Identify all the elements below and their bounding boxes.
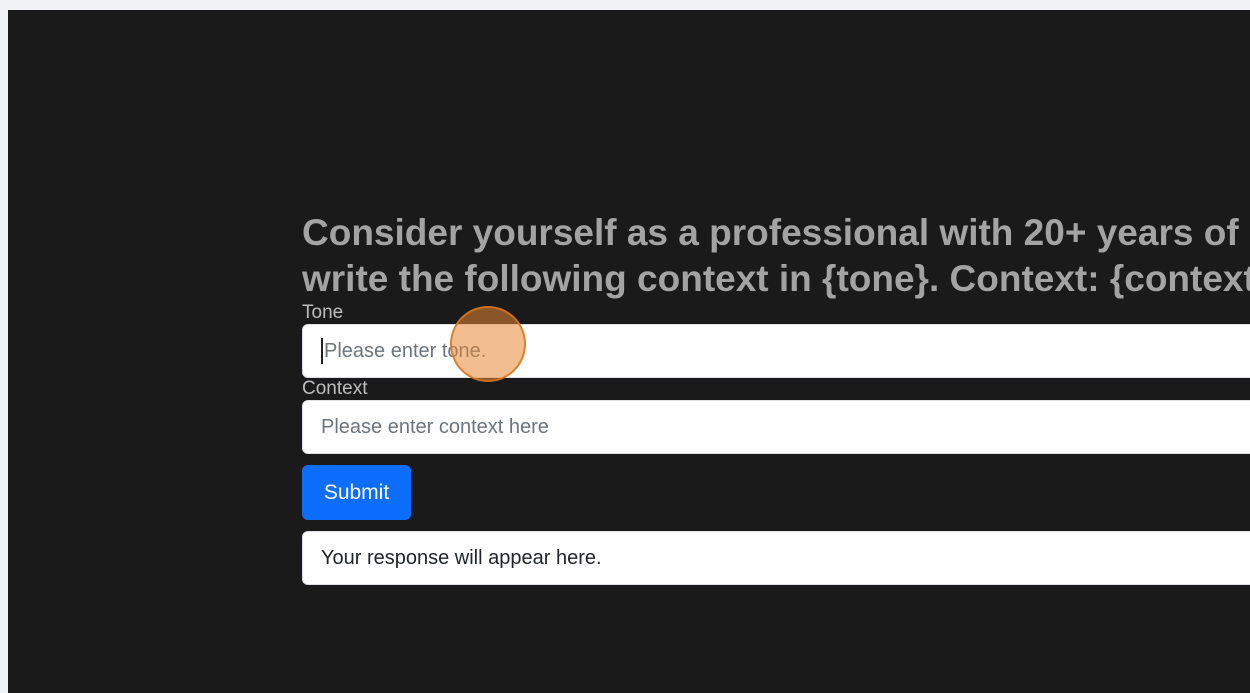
tone-input[interactable]: Please enter tone. [302, 324, 1250, 378]
context-input[interactable]: Please enter context here [302, 400, 1250, 454]
prompt-title-line-2: write the following context in {tone}. C… [302, 258, 1250, 299]
context-placeholder: Please enter context here [321, 415, 549, 438]
text-cursor [321, 338, 323, 364]
response-text: Your response will appear here. [321, 546, 602, 569]
submit-button[interactable]: Submit [302, 465, 411, 520]
prompt-form: Consider yourself as a professional with… [302, 210, 1250, 585]
context-label: Context [302, 378, 368, 399]
tone-placeholder: Please enter tone. [324, 339, 487, 362]
response-output: Your response will appear here. [302, 531, 1250, 585]
prompt-title-line-1: Consider yourself as a professional with… [302, 212, 1239, 253]
tone-label: Tone [302, 302, 344, 323]
app-frame: Consider yourself as a professional with… [8, 10, 1250, 693]
prompt-title: Consider yourself as a professional with… [302, 210, 1250, 302]
